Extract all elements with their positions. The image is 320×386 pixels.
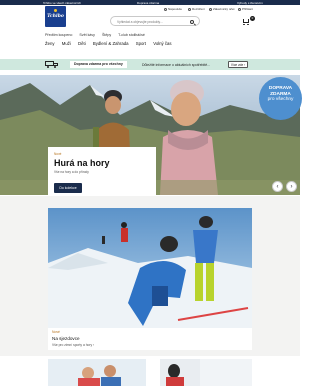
logo-text: Tchibo (47, 14, 64, 19)
info-notice-text[interactable]: Důležité informace o aktuálních spotřebi… (142, 63, 210, 67)
tile-title: Na sjezdovce (52, 336, 80, 341)
topbar-right-text[interactable]: Výhody s členstvím (237, 1, 263, 5)
nav-coffee-world[interactable]: Svět kávy (79, 33, 95, 37)
secondary-nav: Předtím koupeno Svět kávy Štěpy T-club s… (45, 33, 151, 37)
nav-home-garden[interactable]: Bydlení & Zahrada (93, 41, 129, 46)
teaser-thumb-women[interactable] (160, 359, 252, 386)
top-promo-bar: Tchibo ve všech zákaznících Doprava zdar… (0, 0, 300, 5)
collection-button[interactable]: Do kolekce (54, 183, 82, 193)
nav-sport[interactable]: Sport (136, 41, 146, 46)
util-help[interactable]: Nápověda (164, 7, 182, 11)
cart-count-badge: 0 (250, 16, 255, 21)
ski-teaser-card[interactable]: Nové Na sjezdovce Vše pro zimní sporty a… (48, 208, 252, 350)
primary-nav: Ženy Muži Děti Bydlení & Zahrada Sport V… (45, 41, 178, 46)
cart-icon[interactable] (242, 18, 250, 26)
user-icon (209, 7, 212, 11)
hero-title: Hurá na hory (54, 158, 110, 168)
topbar-center-text[interactable]: Doprava zdarma (137, 1, 159, 5)
hero-tag: Nové (54, 152, 62, 156)
search-placeholder: Vyhledat a objevujte produkty... (117, 20, 163, 24)
kids-photo (78, 365, 121, 386)
carousel-prev-button[interactable]: ‹ (272, 181, 283, 192)
info-more-button[interactable]: Více zde › (228, 61, 248, 68)
nav-previously-bought[interactable]: Předtím koupeno (45, 33, 72, 37)
util-account[interactable]: Zákaznický účet (209, 7, 235, 11)
teaser-thumb-kids[interactable] (48, 359, 146, 386)
hero-subtitle: Vše na hory a do přírody (54, 170, 89, 174)
tile-link[interactable]: Vše pro zimní sporty a hory › (52, 343, 94, 347)
search-icon[interactable] (190, 19, 194, 24)
free-shipping-badge[interactable]: DOPRAVA ZDARMA pro všechny (259, 77, 302, 120)
nav-shares[interactable]: Štěpy (102, 33, 111, 37)
free-shipping-label: Doprava zdarma pro všechny (70, 61, 127, 68)
search-input[interactable]: Vyhledat a objevujte produkty... (110, 16, 200, 26)
settings-icon (188, 7, 191, 11)
util-extensions[interactable]: Rozšíření (188, 7, 205, 11)
carousel-next-button[interactable]: › (286, 181, 297, 192)
ski-photo (48, 208, 252, 328)
nav-women[interactable]: Ženy (45, 41, 55, 46)
nav-men[interactable]: Muži (62, 41, 71, 46)
logo-star-icon (54, 9, 57, 12)
nav-tclub[interactable]: T-club stoliháčsé (118, 33, 145, 37)
nav-kids[interactable]: Děti (78, 41, 86, 46)
help-icon (164, 7, 167, 11)
tchibo-logo[interactable]: Tchibo (45, 6, 66, 27)
topbar-left-text[interactable]: Tchibo ve všech zákaznících (43, 1, 81, 5)
woman-photo (166, 359, 252, 386)
delivery-truck-icon (45, 61, 59, 68)
util-login[interactable]: Přihlásit (238, 7, 253, 11)
nav-leisure[interactable]: Volný čas (153, 41, 171, 46)
login-icon (238, 7, 241, 11)
tile-tag: Nové (52, 330, 60, 334)
